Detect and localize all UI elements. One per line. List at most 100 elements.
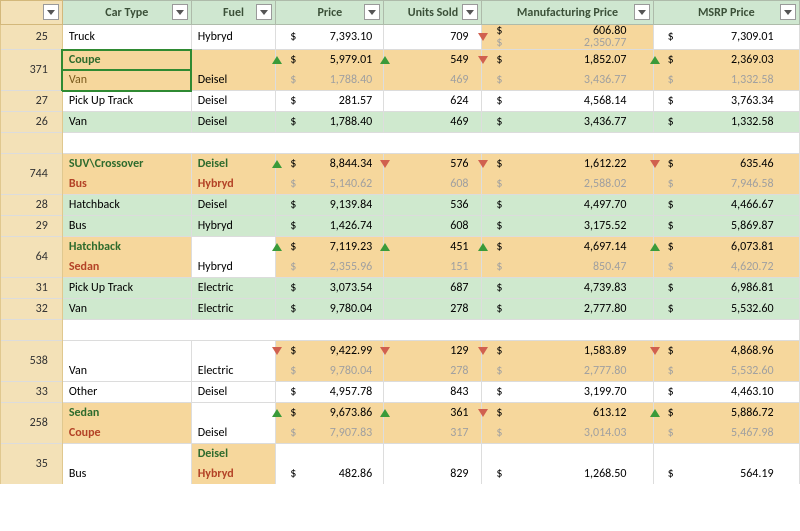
header-group[interactable] [1, 1, 63, 25]
fuel-cell[interactable]: Deisel [191, 112, 276, 133]
fuel-cell[interactable]: Deisel [191, 195, 276, 216]
units-cell[interactable]: 843 [384, 382, 482, 403]
fuel-cell[interactable]: Deisel [191, 403, 276, 444]
msrp-cell[interactable]: $5,532.60 [653, 299, 799, 320]
fuel-cell[interactable]: Electric [191, 299, 276, 320]
chevron-down-icon[interactable] [780, 4, 796, 20]
fuel-cell[interactable]: Hybryd [191, 464, 276, 484]
units-cell[interactable]: 361 [384, 403, 482, 424]
msrp-cell[interactable]: $4,620.72 [653, 257, 799, 278]
table-row[interactable]: 29BusHybryd$1,426.74608$3,175.52$5,869.8… [1, 216, 800, 237]
mfg-cell[interactable]: $2,777.80 [482, 361, 653, 382]
chevron-down-icon[interactable] [172, 4, 188, 20]
chevron-down-icon[interactable] [462, 4, 478, 20]
msrp-cell[interactable]: $4,868.96 [653, 341, 799, 362]
msrp-cell[interactable]: $7,946.58 [653, 174, 799, 195]
price-cell[interactable]: $281.57 [276, 91, 384, 112]
car-type-cell[interactable]: SUV\Crossover [62, 154, 191, 175]
mfg-cell[interactable]: $3,199.70 [482, 382, 653, 403]
mfg-cell[interactable]: $3,014.03 [482, 423, 653, 444]
units-cell[interactable]: 317 [384, 423, 482, 444]
units-cell[interactable]: 576 [384, 154, 482, 175]
car-type-cell[interactable]: Van [62, 341, 191, 382]
fuel-cell[interactable]: Deisel [191, 382, 276, 403]
car-type-cell[interactable]: Van [62, 112, 191, 133]
chevron-down-icon[interactable] [364, 4, 380, 20]
units-cell[interactable]: 608 [384, 216, 482, 237]
mfg-cell[interactable]: $1,612.22 [482, 154, 653, 175]
fuel-cell[interactable]: Deisel [191, 50, 276, 91]
fuel-cell[interactable]: Deisel [191, 91, 276, 112]
header-price[interactable]: Price [276, 1, 384, 25]
table-row[interactable]: Coupe$7,907.83317$3,014.03$5,467.98 [1, 423, 800, 444]
mfg-cell[interactable]: $2,588.02 [482, 174, 653, 195]
price-cell[interactable]: $482.86 [276, 444, 384, 485]
mfg-cell[interactable]: $3,436.77 [482, 70, 653, 91]
car-type-cell[interactable]: Truck [62, 25, 191, 50]
car-type-cell[interactable]: Hatchback [62, 195, 191, 216]
units-cell[interactable]: 536 [384, 195, 482, 216]
price-cell[interactable]: $5,140.62 [276, 174, 384, 195]
mfg-cell[interactable]: $3,436.77 [482, 112, 653, 133]
car-type-cell[interactable]: Other [62, 382, 191, 403]
car-type-cell[interactable]: Bus [62, 174, 191, 195]
car-type-cell[interactable]: Hatchback [62, 237, 191, 258]
fuel-cell[interactable]: Hybryd [191, 174, 276, 195]
price-cell[interactable]: $9,780.04 [276, 299, 384, 320]
msrp-cell[interactable]: $635.46 [653, 154, 799, 175]
header-msrp[interactable]: MSRP Price [653, 1, 799, 25]
table-row[interactable]: Van$1,788.40469$3,436.77$1,332.58 [1, 70, 800, 91]
chevron-down-icon[interactable] [634, 4, 650, 20]
units-cell[interactable]: 687 [384, 278, 482, 299]
msrp-cell[interactable]: $6,986.81 [653, 278, 799, 299]
table-row[interactable]: 25TruckHybryd$7,393.10709$606.80$2,350.7… [1, 25, 800, 50]
units-cell[interactable]: 549 [384, 50, 482, 71]
table-row[interactable]: 26VanDeisel$1,788.40469$3,436.77$1,332.5… [1, 112, 800, 133]
mfg-cell[interactable]: $4,497.70 [482, 195, 653, 216]
units-cell[interactable]: 129 [384, 341, 482, 362]
price-cell[interactable]: $2,355.96 [276, 257, 384, 278]
mfg-cell[interactable]: $4,568.14 [482, 91, 653, 112]
msrp-cell[interactable]: $5,467.98 [653, 423, 799, 444]
table-row[interactable]: Sedan$2,355.96151$850.47$4,620.72 [1, 257, 800, 278]
header-units[interactable]: Units Sold [384, 1, 482, 25]
table-row[interactable]: 28HatchbackDeisel$9,139.84536$4,497.70$4… [1, 195, 800, 216]
car-type-cell[interactable]: Pick Up Track [62, 91, 191, 112]
car-type-cell[interactable]: Van [62, 299, 191, 320]
table-row[interactable]: 538VanElectric$9,422.99129$1,583.89$4,86… [1, 341, 800, 362]
table-row[interactable]: 35BusDeisel$482.86829$1,268.50$564.19 [1, 444, 800, 465]
msrp-cell[interactable]: $5,532.60 [653, 361, 799, 382]
price-cell[interactable]: $1,788.40 [276, 70, 384, 91]
table-row[interactable]: 64HatchbackHybryd$7,119.23451$4,697.14$6… [1, 237, 800, 258]
table-row[interactable]: 27Pick Up TrackDeisel$281.57624$4,568.14… [1, 91, 800, 112]
mfg-cell[interactable]: $2,777.80 [482, 299, 653, 320]
chevron-down-icon[interactable] [256, 4, 272, 20]
car-type-cell[interactable]: Sedan [62, 403, 191, 424]
mfg-cell[interactable]: $850.47 [482, 257, 653, 278]
msrp-cell[interactable]: $1,332.58 [653, 112, 799, 133]
chevron-down-icon[interactable] [43, 4, 59, 20]
mfg-cell[interactable]: $1,852.07 [482, 50, 653, 71]
car-type-cell[interactable]: Sedan [62, 257, 191, 278]
table-row[interactable]: 744SUV\CrossoverDeisel$8,844.34576$1,612… [1, 154, 800, 175]
price-cell[interactable]: $3,073.54 [276, 278, 384, 299]
table-row[interactable]: 33OtherDeisel$4,957.78843$3,199.70$4,463… [1, 382, 800, 403]
msrp-cell[interactable]: $5,886.72 [653, 403, 799, 424]
msrp-cell[interactable]: $4,466.67 [653, 195, 799, 216]
fuel-cell[interactable]: Hybryd [191, 25, 276, 50]
fuel-cell[interactable]: Deisel [191, 154, 276, 175]
units-cell[interactable]: 624 [384, 91, 482, 112]
header-mfg[interactable]: Manufacturing Price [482, 1, 653, 25]
header-fuel[interactable]: Fuel [191, 1, 276, 25]
fuel-cell[interactable]: Electric [191, 341, 276, 382]
units-cell[interactable]: 709 [384, 25, 482, 50]
fuel-cell[interactable]: Hybryd [191, 237, 276, 278]
price-cell[interactable]: $9,422.99 [276, 341, 384, 362]
price-cell[interactable]: $9,780.04 [276, 361, 384, 382]
car-type-cell[interactable]: Van [62, 70, 191, 91]
fuel-cell[interactable]: Electric [191, 278, 276, 299]
units-cell[interactable]: 278 [384, 361, 482, 382]
price-cell[interactable]: $8,844.34 [276, 154, 384, 175]
mfg-cell[interactable]: $4,739.83 [482, 278, 653, 299]
msrp-cell[interactable]: $4,463.10 [653, 382, 799, 403]
